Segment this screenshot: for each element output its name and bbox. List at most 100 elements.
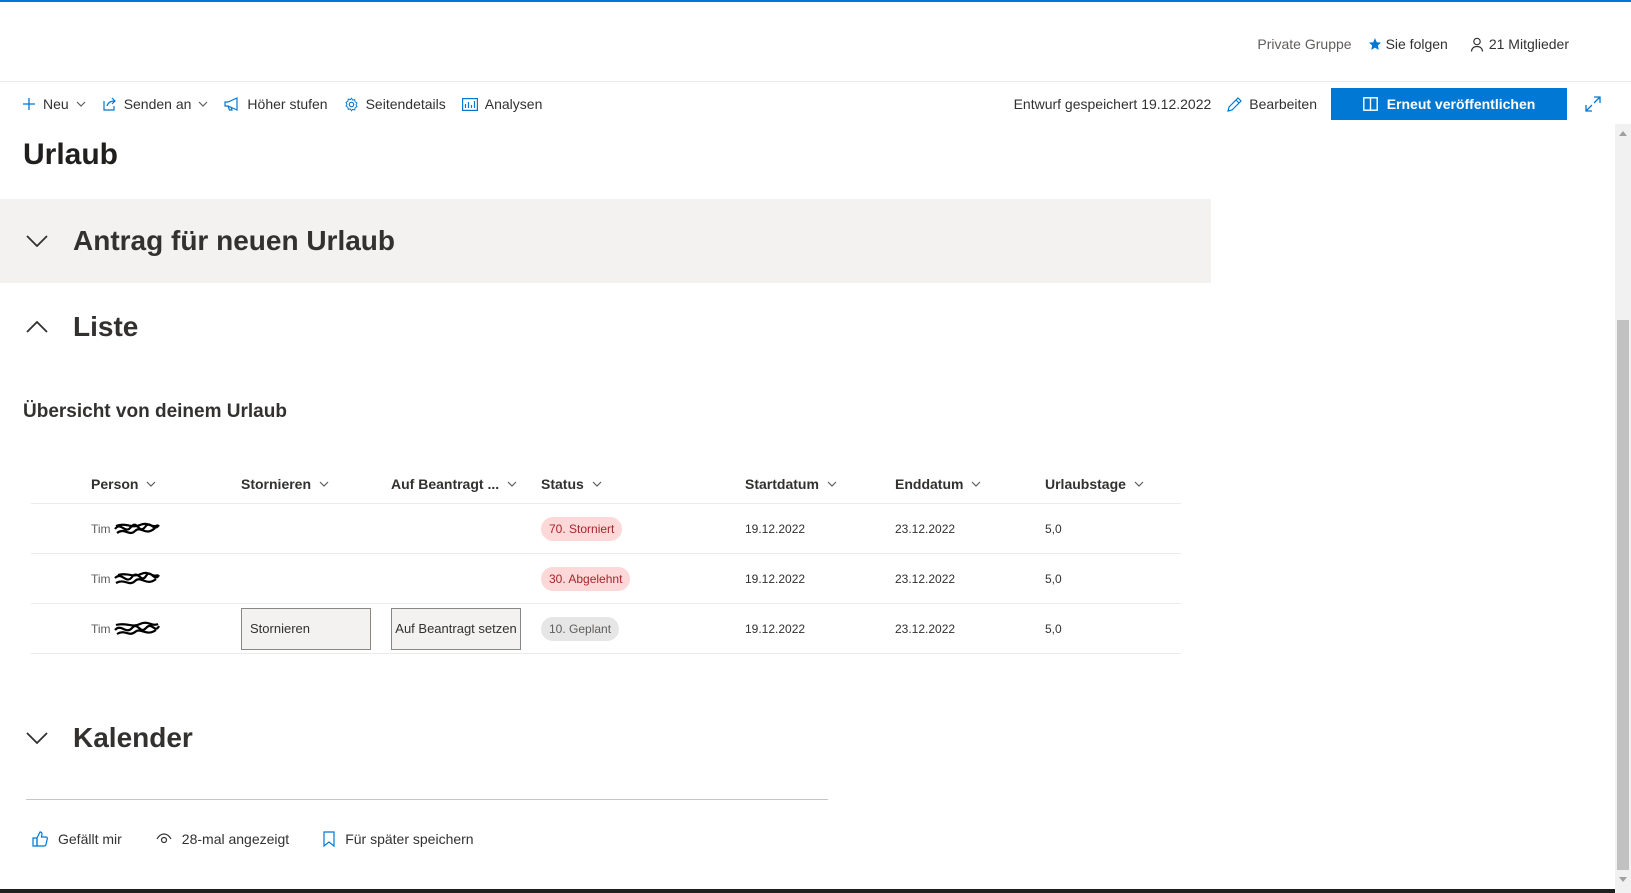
section-antrag-title: Antrag für neuen Urlaub xyxy=(73,225,396,256)
draft-status: Entwurf gespeichert 19.12.2022 xyxy=(1013,96,1212,112)
command-bar: Neu Senden an Höher stufen Seitendetails… xyxy=(0,84,1631,124)
table-row[interactable]: Tim Stornieren Auf Beantragt setzen 10. … xyxy=(31,604,1181,654)
auf-beantragt-cell: Auf Beantragt setzen xyxy=(391,607,541,650)
column-header-label: Urlaubstage xyxy=(1045,475,1126,492)
redaction-scribble xyxy=(113,522,160,534)
list-heading: Übersicht von deinem Urlaub xyxy=(23,401,287,422)
bookmark-icon xyxy=(323,831,335,847)
column-header-label: Enddatum xyxy=(895,475,964,492)
scroll-up-arrow-icon[interactable] xyxy=(1615,126,1631,140)
table-row[interactable]: Tim 70. Storniert 19.12.2022 23.12.2022 … xyxy=(31,504,1181,554)
share-icon xyxy=(103,97,116,111)
column-header-person[interactable]: Person xyxy=(91,476,241,492)
section-liste-title: Liste xyxy=(73,311,139,342)
chevron-down-icon xyxy=(147,481,156,487)
send-button[interactable]: Senden an xyxy=(102,96,209,112)
republish-button[interactable]: Erneut veröffentlichen xyxy=(1331,88,1567,120)
save-for-later-label: Für später speichern xyxy=(345,831,474,847)
stornieren-cell: Stornieren xyxy=(241,607,391,650)
follow-label: Sie folgen xyxy=(1385,36,1448,52)
table-row[interactable]: Tim 30. Abgelehnt 19.12.2022 23.12.2022 … xyxy=(31,554,1181,604)
vacation-days-cell: 5,0 xyxy=(1045,571,1062,586)
chevron-down-icon xyxy=(26,235,48,247)
chevron-down-icon xyxy=(827,481,837,487)
chevron-down-icon xyxy=(972,481,981,487)
edit-label: Bearbeiten xyxy=(1249,96,1317,112)
chevron-down-icon xyxy=(26,732,48,744)
follow-button[interactable]: Sie folgen xyxy=(1368,36,1448,52)
thumbs-up-icon xyxy=(32,831,48,847)
column-header-label: Startdatum xyxy=(745,475,819,492)
like-button[interactable]: Gefällt mir xyxy=(32,831,122,847)
section-antrag: Antrag für neuen Urlaub xyxy=(0,199,1211,283)
section-antrag-toggle[interactable]: Antrag für neuen Urlaub xyxy=(0,199,1211,283)
status-cell: 30. Abgelehnt xyxy=(541,566,745,591)
person-name: Tim xyxy=(91,621,111,636)
person-cell: Tim xyxy=(91,569,241,589)
status-cell: 70. Storniert xyxy=(541,516,745,541)
status-badge: 70. Storniert xyxy=(541,516,623,541)
new-button[interactable]: Neu xyxy=(22,96,86,112)
end-date-cell: 23.12.2022 xyxy=(895,521,956,536)
column-header-label: Stornieren xyxy=(241,475,312,492)
gear-icon xyxy=(344,96,358,112)
redaction-scribble xyxy=(113,571,160,584)
group-type-label: Private Gruppe xyxy=(1257,36,1352,52)
vacation-days-cell: 5,0 xyxy=(1045,621,1062,636)
pencil-icon xyxy=(1227,96,1243,112)
scroll-down-arrow-icon[interactable] xyxy=(1615,872,1631,886)
footer-divider xyxy=(26,799,828,800)
send-label: Senden an xyxy=(123,96,192,112)
views-indicator: 28-mal angezeigt xyxy=(156,831,289,847)
start-date-cell: 19.12.2022 xyxy=(745,521,806,536)
start-date-cell: 19.12.2022 xyxy=(745,621,806,636)
section-liste: Liste xyxy=(0,305,1211,349)
republish-label: Erneut veröffentlichen xyxy=(1386,96,1536,112)
chevron-down-icon xyxy=(592,481,602,487)
chevron-down-icon xyxy=(507,481,517,487)
save-for-later-button[interactable]: Für später speichern xyxy=(323,831,474,847)
section-kalender: Kalender xyxy=(0,716,1211,760)
column-header-enddatum[interactable]: Enddatum xyxy=(895,476,1045,492)
analytics-button[interactable]: Analysen xyxy=(461,96,543,112)
taskbar-edge xyxy=(0,889,1615,893)
page-details-button[interactable]: Seitendetails xyxy=(344,96,446,112)
views-label: 28-mal angezeigt xyxy=(181,831,290,847)
section-kalender-toggle[interactable]: Kalender xyxy=(0,716,1211,760)
section-kalender-title: Kalender xyxy=(73,722,193,753)
members-label: 21 Mitglieder xyxy=(1488,36,1569,52)
column-header-startdatum[interactable]: Startdatum xyxy=(745,476,895,492)
person-cell: Tim xyxy=(91,619,241,639)
members-button[interactable]: 21 Mitglieder xyxy=(1470,36,1569,52)
column-header-label: Auf Beantragt ... xyxy=(391,475,500,492)
start-date-cell: 19.12.2022 xyxy=(745,571,806,586)
scrollbar-thumb[interactable] xyxy=(1617,320,1629,870)
table-header: Person Stornieren Auf Beantragt ... Stat… xyxy=(31,464,1181,504)
chevron-down-icon xyxy=(1134,481,1144,487)
expand-icon[interactable] xyxy=(1585,96,1601,112)
page-details-label: Seitendetails xyxy=(365,96,446,112)
promote-label: Höher stufen xyxy=(247,96,328,112)
set-requested-button[interactable]: Auf Beantragt setzen xyxy=(391,607,521,650)
edit-button[interactable]: Bearbeiten xyxy=(1227,96,1317,112)
person-name: Tim xyxy=(91,521,111,536)
chevron-up-icon xyxy=(26,321,48,333)
promote-button[interactable]: Höher stufen xyxy=(224,96,328,112)
page-title: Urlaub xyxy=(23,138,119,171)
column-header-stornieren[interactable]: Stornieren xyxy=(241,476,391,492)
person-icon xyxy=(1470,37,1483,52)
column-header-auf-beantragt[interactable]: Auf Beantragt ... xyxy=(391,476,541,492)
site-header: Private Gruppe Sie folgen 21 Mitglieder xyxy=(0,2,1631,82)
star-icon xyxy=(1368,38,1381,50)
status-cell: 10. Geplant xyxy=(541,616,745,641)
vacation-days-cell: 5,0 xyxy=(1045,521,1062,536)
column-header-label: Status xyxy=(541,475,584,492)
cancel-request-button[interactable]: Stornieren xyxy=(241,607,371,650)
vacation-table: Person Stornieren Auf Beantragt ... Stat… xyxy=(31,464,1181,654)
analytics-label: Analysen xyxy=(484,96,543,112)
column-header-status[interactable]: Status xyxy=(541,476,745,492)
end-date-cell: 23.12.2022 xyxy=(895,621,956,636)
eye-icon xyxy=(156,833,172,844)
section-liste-toggle[interactable]: Liste xyxy=(0,305,1211,349)
column-header-urlaubstage[interactable]: Urlaubstage xyxy=(1045,476,1181,492)
